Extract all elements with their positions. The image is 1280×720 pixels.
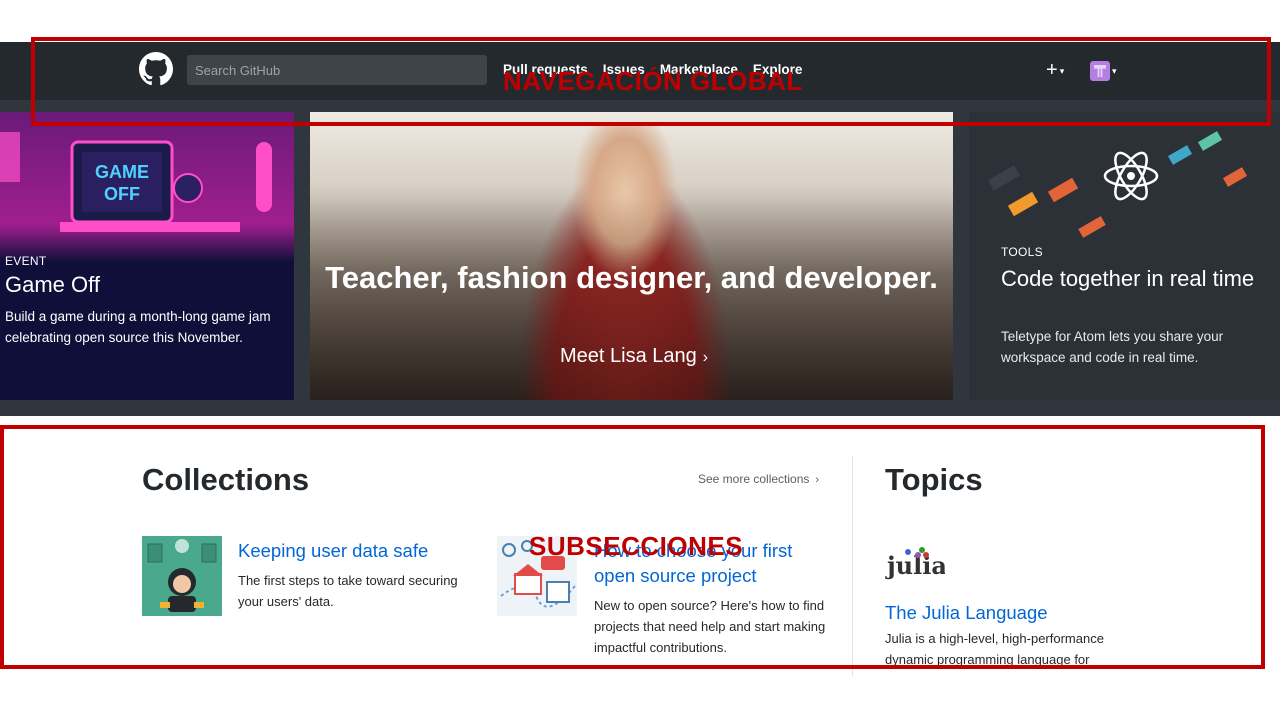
card-description: Build a game during a month-long game ja… [5, 309, 271, 345]
card-description: Teletype for Atom lets you share your wo… [1001, 329, 1224, 365]
hero-link-label: Meet Lisa Lang [560, 345, 697, 367]
card-label: EVENT [5, 254, 47, 268]
hero-title: Teacher, fashion designer, and developer… [325, 260, 938, 295]
card-title: Code together in real time [1001, 266, 1255, 291]
game-off-art-icon: GAME OFF [0, 112, 294, 262]
svg-text:OFF: OFF [104, 184, 140, 204]
atom-art-icon [969, 112, 1280, 242]
annotation-subsections-label: SUBSECCIONES [529, 531, 744, 561]
hero-card-game-off[interactable]: GAME OFF EVENT Game Off Build a game dur… [0, 112, 294, 400]
stage: Pull requests Issues Marketplace Explore… [0, 0, 1280, 720]
game-off-illustration: GAME OFF [0, 112, 294, 262]
hero-card-featured-story[interactable]: Teacher, fashion designer, and developer… [310, 112, 953, 400]
hero-carousel: GAME OFF EVENT Game Off Build a game dur… [0, 100, 1280, 416]
meet-lisa-lang-link[interactable]: Meet Lisa Lang › [560, 345, 708, 368]
hero-card-teletype[interactable]: TOOLS Code together in real time Teletyp… [969, 112, 1280, 400]
chevron-right-icon: › [702, 349, 709, 366]
card-label: TOOLS [1001, 245, 1043, 259]
svg-text:GAME: GAME [95, 162, 149, 182]
annotation-global-nav-label: NAVEGACIÓN GLOBAL [503, 66, 803, 96]
teletype-illustration [969, 112, 1280, 242]
card-title: Game Off [5, 272, 100, 297]
